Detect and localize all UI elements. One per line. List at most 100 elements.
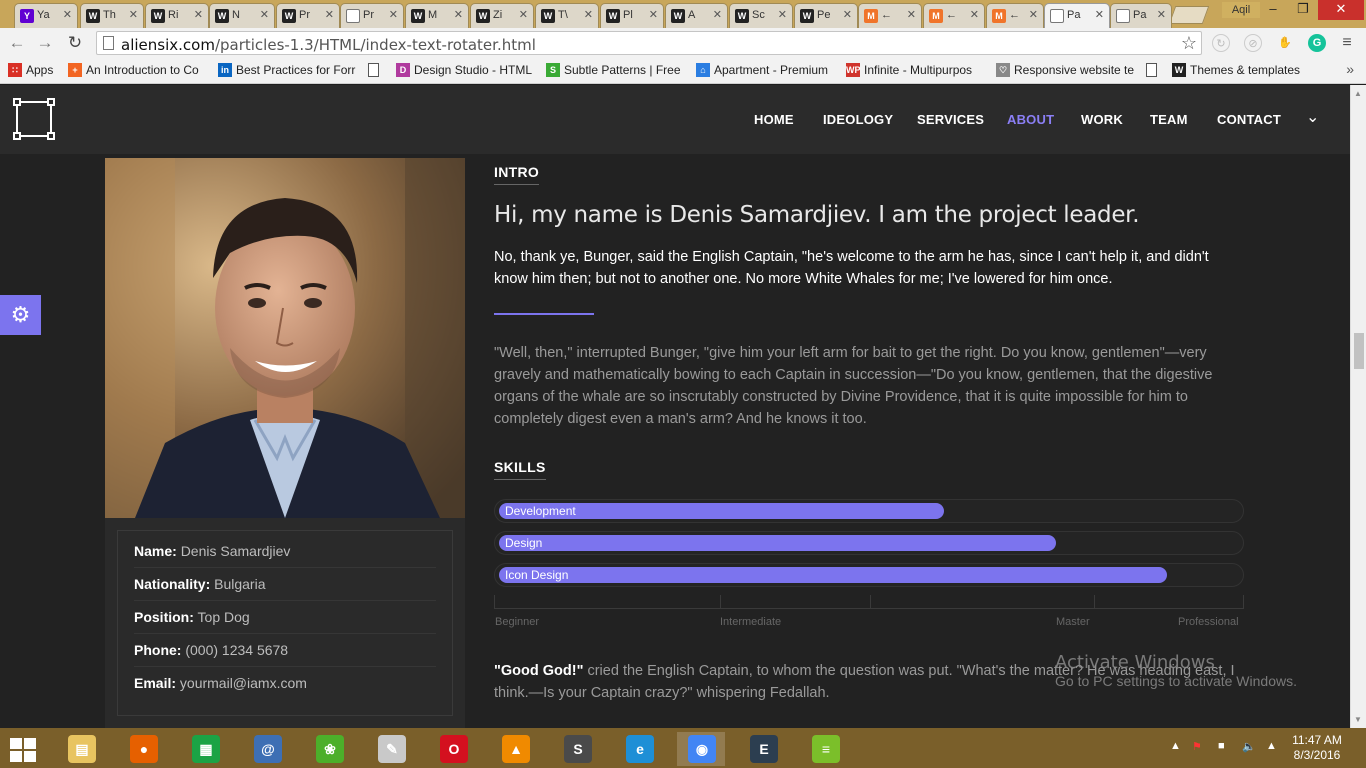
close-tab-icon[interactable]: ✕: [584, 8, 593, 21]
extension-icon[interactable]: ↻: [1212, 34, 1230, 52]
browser-tab[interactable]: Pr ✕: [340, 3, 404, 28]
taskbar-app[interactable]: e: [615, 732, 663, 766]
browser-tab[interactable]: W Ri ✕: [145, 3, 209, 28]
browser-tab[interactable]: M ← ✕: [923, 3, 985, 28]
taskbar-app[interactable]: ▲: [491, 732, 539, 766]
browser-tab[interactable]: W M ✕: [405, 3, 469, 28]
browser-tab[interactable]: W Sc ✕: [729, 3, 793, 28]
close-tab-icon[interactable]: ✕: [907, 8, 916, 21]
bookmark-item[interactable]: + An Introduction to Co: [68, 63, 199, 77]
grammarly-icon[interactable]: G: [1308, 34, 1326, 52]
bookmark-item[interactable]: ♡ Responsive website te: [996, 63, 1134, 77]
close-tab-icon[interactable]: ✕: [260, 8, 269, 21]
close-tab-icon[interactable]: ✕: [843, 8, 852, 21]
scroll-down-icon[interactable]: ▼: [1354, 715, 1362, 724]
bookmark-item[interactable]: ∷ Apps: [8, 63, 53, 77]
scroll-up-icon[interactable]: ▲: [1354, 89, 1362, 98]
bookmark-item[interactable]: D Design Studio - HTML: [396, 63, 532, 77]
bookmark-label: Themes & templates: [1190, 63, 1301, 77]
bookmark-item[interactable]: ⌂ Apartment - Premium: [696, 63, 828, 77]
info-value[interactable]: yourmail@iamx.com: [180, 675, 307, 691]
reload-icon[interactable]: ↻: [64, 32, 86, 54]
close-tab-icon[interactable]: ✕: [454, 8, 463, 21]
browser-tab[interactable]: W Pe ✕: [794, 3, 858, 28]
close-tab-icon[interactable]: ✕: [389, 8, 398, 21]
browser-tab[interactable]: W N ✕: [209, 3, 275, 28]
menu-icon[interactable]: ≡: [1338, 34, 1356, 52]
profile-button[interactable]: Aqil: [1222, 2, 1260, 18]
extension-icon[interactable]: ⊘: [1244, 34, 1262, 52]
flag-icon[interactable]: ⚑: [1192, 740, 1202, 753]
browser-tab[interactable]: Y Ya ✕: [14, 3, 78, 28]
close-window-button[interactable]: ✕: [1318, 0, 1364, 20]
back-icon[interactable]: ←: [6, 32, 28, 54]
nav-home[interactable]: HOME: [754, 112, 794, 127]
minimize-button[interactable]: –: [1258, 0, 1288, 20]
bookmark-item[interactable]: S Subtle Patterns | Free: [546, 63, 681, 77]
taskbar-app[interactable]: ▦: [181, 732, 229, 766]
bookmark-item[interactable]: W Themes & templates: [1172, 63, 1300, 77]
close-tab-icon[interactable]: ✕: [1029, 8, 1038, 21]
close-tab-icon[interactable]: ✕: [1095, 8, 1104, 21]
browser-tab[interactable]: M ← ✕: [858, 3, 922, 28]
close-tab-icon[interactable]: ✕: [194, 8, 203, 21]
start-button[interactable]: [8, 736, 38, 762]
browser-tab[interactable]: Pa ✕: [1110, 3, 1172, 28]
close-tab-icon[interactable]: ✕: [970, 8, 979, 21]
network-icon[interactable]: ▲: [1266, 740, 1277, 752]
new-tab-button[interactable]: [1168, 6, 1210, 24]
nav-team[interactable]: TEAM: [1150, 112, 1188, 127]
taskbar-app[interactable]: E: [739, 732, 787, 766]
close-tab-icon[interactable]: ✕: [649, 8, 658, 21]
url-text: aliensix.com/particles-1.3/HTML/index-te…: [121, 36, 536, 54]
maximize-button[interactable]: ❐: [1288, 0, 1318, 20]
browser-tab[interactable]: W Pr ✕: [276, 3, 340, 28]
browser-tab[interactable]: M ← ✕: [986, 3, 1044, 28]
nav-contact[interactable]: CONTACT: [1217, 112, 1281, 127]
taskbar-app[interactable]: ◉: [677, 732, 725, 766]
nav-about[interactable]: ABOUT: [1007, 112, 1054, 127]
taskbar-app[interactable]: ✎: [367, 732, 415, 766]
bookmark-item[interactable]: WP Infinite - Multipurpos: [846, 63, 972, 77]
taskbar-app[interactable]: @: [243, 732, 291, 766]
taskbar-app[interactable]: S: [553, 732, 601, 766]
taskbar-app[interactable]: ≡: [801, 732, 849, 766]
close-tab-icon[interactable]: ✕: [519, 8, 528, 21]
close-tab-icon[interactable]: ✕: [325, 8, 334, 21]
nav-services[interactable]: SERVICES: [917, 112, 984, 127]
browser-tab[interactable]: Pa ✕: [1044, 3, 1110, 28]
more-bookmarks-icon[interactable]: »: [1346, 61, 1354, 77]
browser-tab[interactable]: W Th ✕: [80, 3, 144, 28]
bookmark-star-icon[interactable]: ☆: [1181, 33, 1197, 54]
chevron-down-icon[interactable]: ⌄: [1306, 107, 1319, 127]
address-input[interactable]: aliensix.com/particles-1.3/HTML/index-te…: [96, 31, 1202, 55]
taskbar-app[interactable]: O: [429, 732, 477, 766]
browser-tab[interactable]: W Pl ✕: [600, 3, 664, 28]
taskbar-clock[interactable]: 11:47 AM 8/3/2016: [1292, 733, 1342, 763]
windows-taskbar: ▲ ⚑ ■ 🔈 ▲ 11:47 AM 8/3/2016 ▤ ● ▦ @ ❀ ✎ O ▲ Se ◉ E…: [0, 728, 1366, 768]
browser-tab[interactable]: W T\ ✕: [535, 3, 599, 28]
close-tab-icon[interactable]: ✕: [1157, 8, 1166, 21]
skill-fill: [499, 567, 1167, 583]
tray-arrow-icon[interactable]: ▲: [1170, 740, 1181, 752]
close-tab-icon[interactable]: ✕: [778, 8, 787, 21]
site-logo[interactable]: [13, 98, 55, 140]
page-scrollbar[interactable]: ▲ ▼: [1350, 85, 1366, 728]
volume-icon[interactable]: 🔈: [1242, 740, 1256, 753]
settings-gear-icon[interactable]: ⚙: [0, 295, 41, 335]
bookmark-item[interactable]: in Best Practices for Forr: [218, 63, 355, 77]
close-tab-icon[interactable]: ✕: [713, 8, 722, 21]
close-tab-icon[interactable]: ✕: [129, 8, 138, 21]
scroll-thumb[interactable]: [1354, 333, 1364, 369]
browser-tab[interactable]: W Zi ✕: [470, 3, 534, 28]
extension-icon[interactable]: ✋: [1276, 34, 1294, 52]
forward-icon[interactable]: →: [34, 32, 56, 54]
taskbar-app[interactable]: ❀: [305, 732, 353, 766]
nav-work[interactable]: WORK: [1081, 112, 1123, 127]
close-tab-icon[interactable]: ✕: [63, 8, 72, 21]
browser-tab[interactable]: W A ✕: [665, 3, 728, 28]
tray-icon[interactable]: ■: [1218, 740, 1225, 752]
nav-ideology[interactable]: IDEOLOGY: [823, 112, 893, 127]
taskbar-app[interactable]: ▤: [57, 732, 105, 766]
taskbar-app[interactable]: ●: [119, 732, 167, 766]
